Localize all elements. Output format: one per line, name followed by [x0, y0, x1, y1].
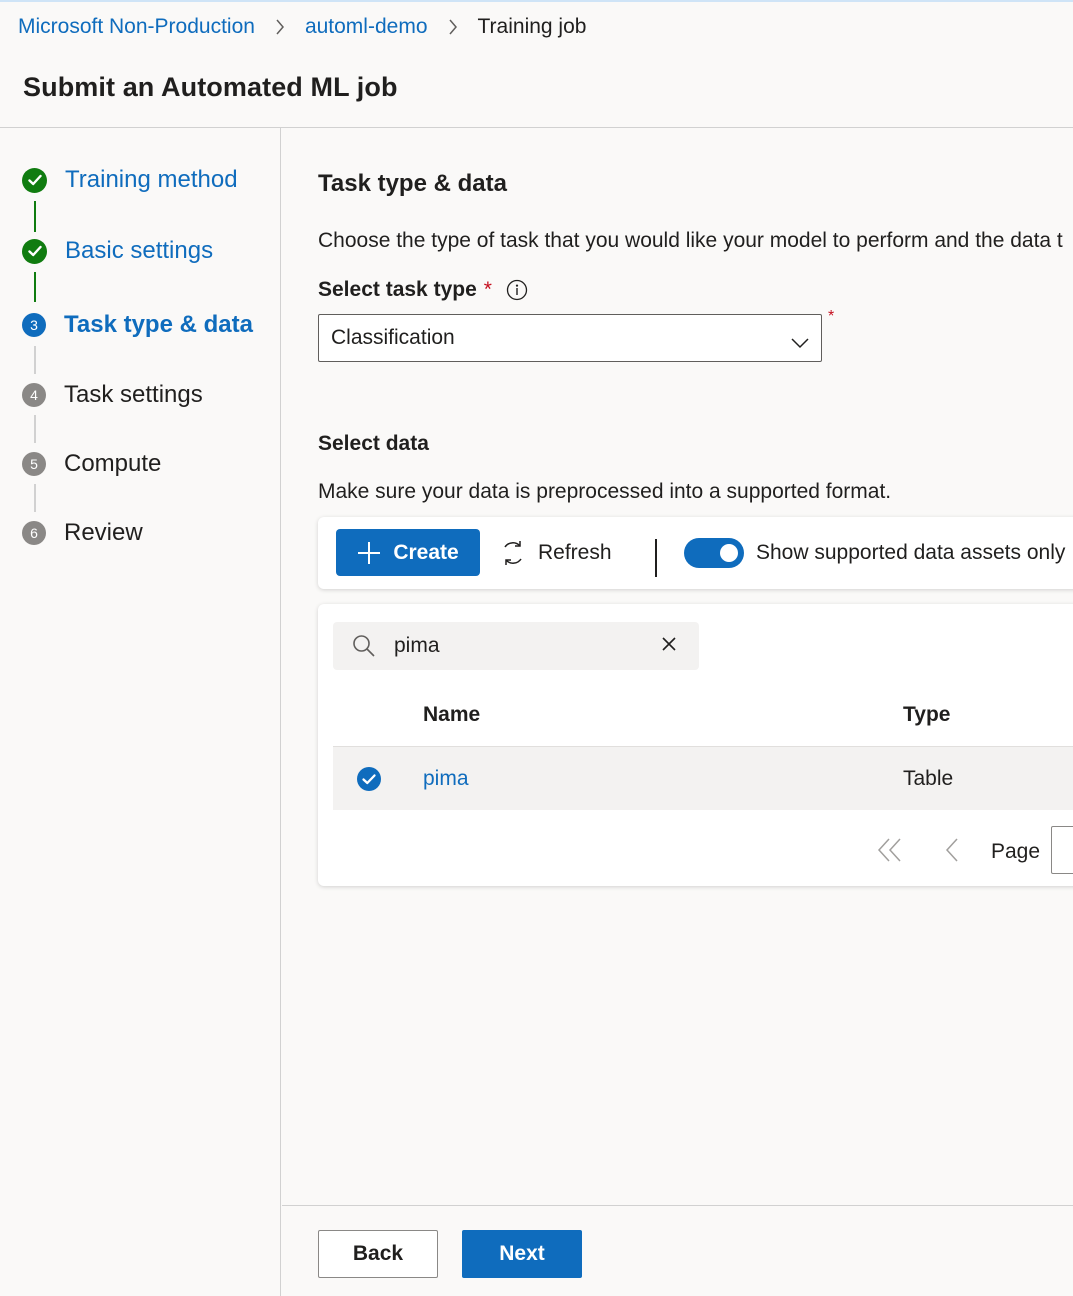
select-data-title: Select data — [318, 432, 429, 455]
back-button[interactable]: Back — [318, 1230, 438, 1278]
create-button-label: Create — [393, 540, 459, 564]
checkmark-circle-icon — [22, 167, 47, 193]
task-type-label: Select task type * — [318, 278, 528, 302]
search-icon — [352, 634, 376, 663]
refresh-button[interactable]: Refresh — [500, 529, 612, 576]
step-number-badge: 4 — [22, 383, 46, 407]
main-content: Task type & data Choose the type of task… — [282, 128, 1073, 1205]
step-connector — [34, 484, 36, 512]
step-label: Compute — [64, 450, 162, 477]
step-basic-settings[interactable]: Basic settings — [22, 237, 213, 265]
step-review[interactable]: 6 Review — [22, 519, 143, 547]
step-label: Task type & data — [64, 311, 253, 338]
page-number-input[interactable] — [1051, 826, 1073, 874]
first-page-icon[interactable] — [876, 837, 904, 868]
previous-page-icon[interactable] — [944, 837, 960, 868]
plus-icon — [357, 541, 381, 565]
task-type-value: Classification — [331, 326, 455, 349]
row-checkbox-checked-icon[interactable] — [357, 767, 381, 796]
page-title: Submit an Automated ML job — [23, 72, 398, 102]
top-accent-line — [0, 0, 1073, 2]
toggle-label: Show supported data assets only — [756, 541, 1066, 564]
step-connector — [34, 346, 36, 374]
chevron-down-icon — [791, 331, 809, 355]
step-task-settings[interactable]: 4 Task settings — [22, 381, 203, 409]
row-name-link[interactable]: pima — [423, 767, 469, 791]
step-connector — [34, 272, 36, 302]
next-button[interactable]: Next — [462, 1230, 582, 1278]
checkmark-circle-icon — [22, 238, 47, 264]
breadcrumb-current: Training job — [477, 15, 587, 38]
data-toolbar: Create Refresh Show supported data asset… — [318, 517, 1073, 589]
step-connector — [34, 201, 36, 232]
clear-search-icon[interactable] — [661, 636, 677, 657]
step-label: Task settings — [64, 381, 203, 408]
data-assets-card: pima Name Type pima Table Page — [318, 604, 1073, 886]
column-header-type[interactable]: Type — [903, 703, 950, 727]
breadcrumb-workspace-link[interactable]: Microsoft Non-Production — [18, 15, 255, 39]
step-number-badge: 3 — [22, 313, 46, 337]
pager-label: Page — [991, 840, 1041, 863]
required-asterisk: * — [483, 278, 492, 301]
section-description: Choose the type of task that you would l… — [318, 229, 1063, 252]
step-training-method[interactable]: Training method — [22, 166, 238, 194]
step-connector — [34, 415, 36, 443]
task-type-label-text: Select task type — [318, 278, 477, 301]
required-asterisk: * — [828, 308, 835, 325]
breadcrumb: Microsoft Non-Production automl-demo Tra… — [18, 12, 586, 42]
step-label: Training method — [65, 166, 238, 193]
refresh-button-label: Refresh — [538, 540, 612, 564]
section-title: Task type & data — [318, 170, 507, 197]
breadcrumb-project-link[interactable]: automl-demo — [305, 15, 428, 39]
step-label: Review — [64, 519, 143, 546]
step-number-badge: 6 — [22, 521, 46, 545]
select-data-description: Make sure your data is preprocessed into… — [318, 480, 892, 503]
search-value: pima — [394, 634, 440, 657]
footer-divider — [282, 1205, 1073, 1206]
toggle-knob — [720, 544, 738, 562]
table-row[interactable]: pima Table — [333, 746, 1073, 810]
toolbar-divider — [655, 539, 657, 577]
step-label: Basic settings — [65, 237, 214, 264]
info-icon[interactable] — [506, 279, 528, 301]
column-header-name[interactable]: Name — [423, 703, 480, 727]
create-button[interactable]: Create — [336, 529, 480, 576]
search-input[interactable]: pima — [333, 622, 699, 670]
step-number-badge: 5 — [22, 452, 46, 476]
refresh-icon — [500, 539, 526, 567]
supported-assets-toggle[interactable] — [684, 538, 744, 568]
wizard-stepper: Training method Basic settings 3 Task ty… — [0, 128, 281, 1296]
step-compute[interactable]: 5 Compute — [22, 450, 161, 478]
chevron-right-icon — [448, 19, 458, 35]
chevron-right-icon — [275, 19, 285, 35]
row-type: Table — [903, 767, 954, 790]
step-task-type-data[interactable]: 3 Task type & data — [22, 311, 253, 339]
task-type-dropdown[interactable]: Classification — [318, 314, 822, 362]
